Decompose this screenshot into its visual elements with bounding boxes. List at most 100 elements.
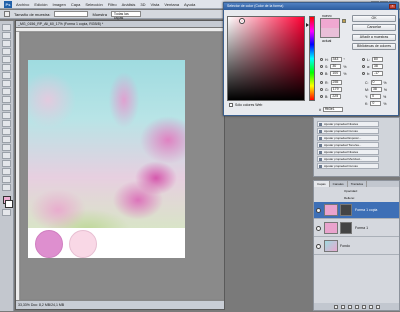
c-field[interactable]: 0	[370, 80, 382, 85]
menu-filtro[interactable]: Filtro	[108, 2, 117, 7]
m-unit: %	[383, 87, 388, 92]
background-color-swatch[interactable]	[4, 200, 13, 208]
quick-select-tool-icon[interactable]	[2, 48, 11, 55]
eraser-tool-icon[interactable]	[2, 104, 11, 111]
healing-tool-icon[interactable]	[2, 72, 11, 79]
color-circle-light[interactable]	[69, 230, 97, 258]
history-item[interactable]: Ajustar propiedad Tono/sa...	[317, 142, 379, 148]
hex-field[interactable]: ffb3e1	[322, 107, 343, 112]
shape-tool-icon[interactable]	[2, 160, 11, 167]
adjustment-icon[interactable]	[355, 304, 359, 309]
layer-row[interactable]: Fondo	[314, 238, 399, 255]
menu-capa[interactable]: Capa	[71, 2, 81, 7]
s-field[interactable]: 30	[330, 64, 342, 69]
k-field[interactable]: 0	[370, 101, 382, 106]
layer-mask-thumbnail[interactable]	[340, 204, 352, 216]
hue-slider[interactable]	[309, 16, 315, 101]
zoom-tool-icon[interactable]	[2, 184, 11, 191]
brush-tool-icon[interactable]	[2, 80, 11, 87]
g-field[interactable]: 179	[330, 87, 342, 92]
ok-button[interactable]: OK	[352, 15, 396, 22]
flower-photo[interactable]	[28, 60, 185, 228]
move-tool-icon[interactable]	[2, 24, 11, 31]
blue-field[interactable]: 225	[330, 94, 342, 99]
a-radio[interactable]	[362, 65, 365, 68]
path-select-tool-icon[interactable]	[2, 152, 11, 159]
web-colors-only[interactable]: Sólo colores Web	[229, 103, 262, 107]
menu-ventana[interactable]: Ventana	[164, 2, 179, 7]
h-radio[interactable]	[320, 58, 323, 61]
eyedropper-icon[interactable]	[4, 11, 10, 17]
l-radio[interactable]	[362, 58, 365, 61]
history-item[interactable]: Ajustar propiedad Mezclad...	[317, 156, 379, 162]
lab-b-field[interactable]: -17	[371, 71, 383, 76]
r-radio[interactable]	[320, 81, 323, 84]
lab-b-radio[interactable]	[362, 72, 365, 75]
eye-icon[interactable]	[316, 225, 321, 231]
trash-icon[interactable]	[376, 304, 380, 309]
stamp-tool-icon[interactable]	[2, 88, 11, 95]
gradient-tool-icon[interactable]	[2, 112, 11, 119]
cancel-button[interactable]: Cancelar	[352, 24, 396, 31]
quick-mask-icon[interactable]	[2, 209, 11, 216]
folder-icon[interactable]	[362, 304, 366, 309]
history-item[interactable]: Ajustar propiedad Niveles	[317, 121, 379, 127]
l-field[interactable]: 80	[371, 57, 383, 62]
y-field[interactable]: 0	[370, 94, 382, 99]
m-field[interactable]: 38	[370, 87, 382, 92]
b-field[interactable]: 100	[330, 71, 342, 76]
history-item[interactable]: Ajustar propiedad Curvas	[317, 163, 379, 169]
color-circle-dark[interactable]	[35, 230, 63, 258]
history-brush-tool-icon[interactable]	[2, 96, 11, 103]
marquee-tool-icon[interactable]	[2, 32, 11, 39]
new-layer-icon[interactable]	[369, 304, 373, 309]
menu-analisis[interactable]: Análisis	[122, 2, 136, 7]
color-field-marker[interactable]	[239, 18, 245, 24]
menu-3d[interactable]: 3D	[140, 2, 145, 7]
dodge-tool-icon[interactable]	[2, 128, 11, 135]
3d-tool-icon[interactable]	[2, 168, 11, 175]
h-field[interactable]: 343	[330, 57, 342, 62]
fx-icon[interactable]	[341, 304, 345, 309]
add-to-swatches-button[interactable]: Añadir a muestras	[352, 34, 396, 41]
r-field[interactable]: 255	[330, 80, 342, 85]
lasso-tool-icon[interactable]	[2, 40, 11, 47]
layer-mask-thumbnail[interactable]	[340, 222, 352, 234]
color-libraries-button[interactable]: Bibliotecas de colores	[352, 43, 396, 50]
menu-archivo[interactable]: Archivo	[16, 2, 29, 7]
history-item[interactable]: Ajustar propiedad Exposic...	[317, 135, 379, 141]
eye-icon[interactable]	[316, 207, 321, 213]
tab-capas[interactable]: Capas	[314, 181, 330, 187]
eye-icon[interactable]	[316, 243, 321, 249]
history-item[interactable]: Ajustar propiedad Niveles	[317, 149, 379, 155]
link-icon[interactable]	[334, 304, 338, 309]
menu-ayuda[interactable]: Ayuda	[184, 2, 195, 7]
crop-tool-icon[interactable]	[2, 56, 11, 63]
layer-row[interactable]: Forma 1	[314, 220, 399, 237]
web-colors-checkbox[interactable]	[229, 103, 233, 107]
menu-vista[interactable]: Vista	[151, 2, 160, 7]
b-radio[interactable]	[320, 72, 323, 75]
history-item[interactable]: Ajustar propiedad Curvas	[317, 128, 379, 134]
blur-tool-icon[interactable]	[2, 120, 11, 127]
s-radio[interactable]	[320, 65, 323, 68]
close-icon[interactable]: ×	[389, 4, 396, 9]
a-field[interactable]: 38	[371, 64, 383, 69]
current-color-preview[interactable]	[320, 28, 340, 38]
color-field[interactable]	[227, 16, 305, 101]
sample-size-select[interactable]	[54, 11, 89, 17]
hand-tool-icon[interactable]	[2, 176, 11, 183]
sample-select[interactable]: Todas las capas	[110, 11, 141, 20]
g-radio[interactable]	[320, 88, 323, 91]
type-tool-icon[interactable]	[2, 144, 11, 151]
mask-icon[interactable]	[348, 304, 352, 309]
pen-tool-icon[interactable]	[2, 136, 11, 143]
blue-radio[interactable]	[320, 95, 323, 98]
document-tab[interactable]: _MG_0156_RP_Ali_60_17% (Forma 1 copia, R…	[16, 21, 224, 28]
out-of-gamut-icon[interactable]	[342, 19, 346, 23]
eyedropper-tool-icon[interactable]	[2, 64, 11, 71]
menu-seleccion[interactable]: Selección	[85, 2, 102, 7]
menu-edicion[interactable]: Edición	[34, 2, 47, 7]
menu-imagen[interactable]: Imagen	[52, 2, 65, 7]
layer-row[interactable]: Forma 1 copia	[314, 202, 399, 219]
